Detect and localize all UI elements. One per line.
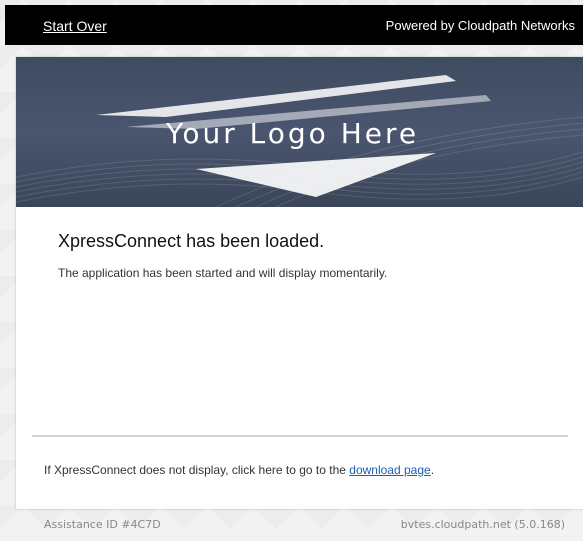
status-message: The application has been started and wil… [58,266,388,280]
start-over-link[interactable]: Start Over [43,18,107,34]
download-note: If XpressConnect does not display, click… [44,463,434,477]
top-bar: Start Over Powered by Cloudpath Networks [5,5,583,45]
logo-placeholder-text: Your Logo Here [166,117,420,150]
assistance-id: Assistance ID #4C7D [44,518,161,531]
main-card: Your Logo Here XpressConnect has been lo… [16,57,583,509]
logo-banner: Your Logo Here [16,57,583,207]
download-note-text: If XpressConnect does not display, click… [44,463,350,477]
powered-by-text: Powered by Cloudpath Networks [385,18,575,33]
host-version: bvtes.cloudpath.net (5.0.168) [400,518,565,531]
download-note-period: . [430,463,435,477]
download-page-link[interactable]: download page [349,463,430,477]
divider [32,435,568,437]
page-title: XpressConnect has been loaded. [58,231,325,251]
